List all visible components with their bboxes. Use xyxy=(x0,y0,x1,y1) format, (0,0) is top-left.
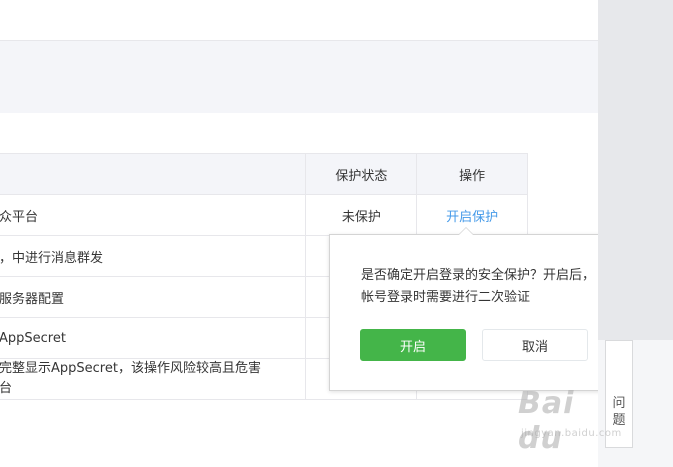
popover-message: 是否确定开启登录的安全保护？开启后，帐号登录时需要进行二次验证 xyxy=(361,268,596,305)
watermark-url: jingyan.baidu.com xyxy=(521,428,622,439)
enable-protection-link[interactable]: 开启保护 xyxy=(446,210,498,225)
header-item xyxy=(0,153,307,195)
table-row: 众平台 未保护 开启保护 xyxy=(0,194,528,236)
header-band xyxy=(0,40,598,113)
row-status: 未保护 xyxy=(305,194,418,236)
row-item-line2: 台 xyxy=(0,381,13,396)
row-item: ，中进行消息群发 xyxy=(0,235,307,277)
row-item-line1: 完整显示AppSecret，该操作风险较高且危害 xyxy=(0,361,261,376)
confirm-enable-button[interactable]: 开启 xyxy=(360,329,466,361)
baidu-watermark: Bai du jingyan.baidu.com xyxy=(518,386,630,458)
row-item: 完整显示AppSecret，该操作风险较高且危害 台 xyxy=(0,358,307,400)
row-item: AppSecret xyxy=(0,317,307,359)
confirm-popover: 是否确定开启登录的安全保护？开启后，帐号登录时需要进行二次验证 开启 取消 xyxy=(329,227,598,391)
main-content: 保护状态 操作 众平台 未保护 开启保护 ，中进行消息群发 服务器配置 AppS… xyxy=(0,0,598,467)
table-header-row: 保护状态 操作 xyxy=(0,153,528,195)
row-item: 服务器配置 xyxy=(0,276,307,318)
row-item: 众平台 xyxy=(0,194,307,236)
cancel-button[interactable]: 取消 xyxy=(482,329,588,361)
header-status: 保护状态 xyxy=(305,153,418,195)
baidu-logo: Bai du xyxy=(518,386,575,456)
header-operation: 操作 xyxy=(416,153,528,195)
